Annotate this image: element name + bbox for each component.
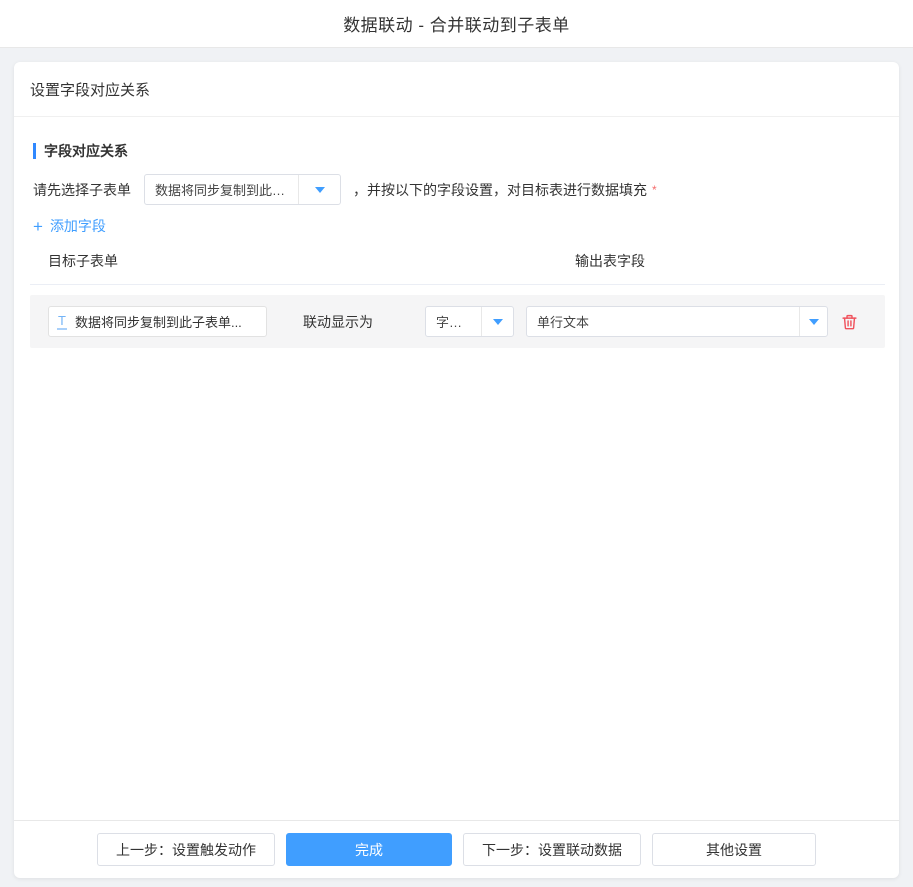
- target-field-label: 数据将同步复制到此子表单...: [75, 312, 242, 331]
- target-field-box[interactable]: T 数据将同步复制到此子表单...: [48, 306, 267, 337]
- required-asterisk: *: [652, 183, 657, 197]
- section-title: 字段对应关系: [44, 141, 128, 161]
- chevron-down-icon: [298, 175, 340, 204]
- selector-hint-text: ，并按以下的字段设置，对目标表进行数据填充: [353, 180, 647, 200]
- finish-button[interactable]: 完成: [286, 833, 452, 866]
- dialog-header: 数据联动 - 合并联动到子表单: [0, 0, 913, 48]
- column-header-output: 输出表字段: [575, 251, 645, 271]
- next-step-button[interactable]: 下一步：设置联动数据: [463, 833, 641, 866]
- chevron-down-icon: [799, 307, 827, 336]
- display-type-select[interactable]: 字段值: [425, 306, 514, 337]
- footer-actions: 上一步：设置触发动作 完成 下一步：设置联动数据 其他设置: [14, 820, 899, 878]
- subform-select[interactable]: 数据将同步复制到此子...: [144, 174, 341, 205]
- output-field-select[interactable]: 单行文本: [526, 306, 828, 337]
- chevron-down-icon: [481, 307, 513, 336]
- subform-select-value: 数据将同步复制到此子...: [145, 180, 298, 199]
- subform-selector-row: 请先选择子表单 数据将同步复制到此子... ，并按以下的字段设置，对目标表进行数…: [33, 174, 885, 205]
- prev-step-button[interactable]: 上一步：设置触发动作: [97, 833, 275, 866]
- plus-icon: +: [33, 218, 43, 235]
- settings-card: 设置字段对应关系 字段对应关系 请先选择子表单 数据将同步复制到此子... ，并…: [14, 62, 899, 878]
- column-header-target: 目标子表单: [48, 251, 575, 271]
- other-settings-button[interactable]: 其他设置: [652, 833, 816, 866]
- text-field-icon: T: [57, 314, 67, 330]
- output-field-value: 单行文本: [527, 312, 799, 331]
- section-heading: 字段对应关系: [33, 141, 885, 161]
- card-body: 字段对应关系 请先选择子表单 数据将同步复制到此子... ，并按以下的字段设置，…: [14, 117, 899, 820]
- empty-area: [30, 348, 885, 820]
- trash-icon: [841, 313, 858, 331]
- add-field-link[interactable]: + 添加字段: [33, 216, 106, 236]
- page-title: 数据联动 - 合并联动到子表单: [343, 11, 570, 36]
- display-type-value: 字段值: [426, 312, 481, 331]
- add-field-label: 添加字段: [50, 216, 106, 236]
- page-background: 设置字段对应关系 字段对应关系 请先选择子表单 数据将同步复制到此子... ，并…: [0, 48, 913, 887]
- card-title: 设置字段对应关系: [14, 62, 899, 117]
- field-mapping-row: T 数据将同步复制到此子表单... 联动显示为 字段值 单行文本: [30, 295, 885, 348]
- accent-bar: [33, 143, 36, 159]
- mapping-table-header: 目标子表单 输出表字段: [30, 251, 885, 285]
- linkage-display-label: 联动显示为: [303, 312, 373, 332]
- delete-row-button[interactable]: [841, 313, 858, 331]
- select-subform-label: 请先选择子表单: [33, 180, 131, 200]
